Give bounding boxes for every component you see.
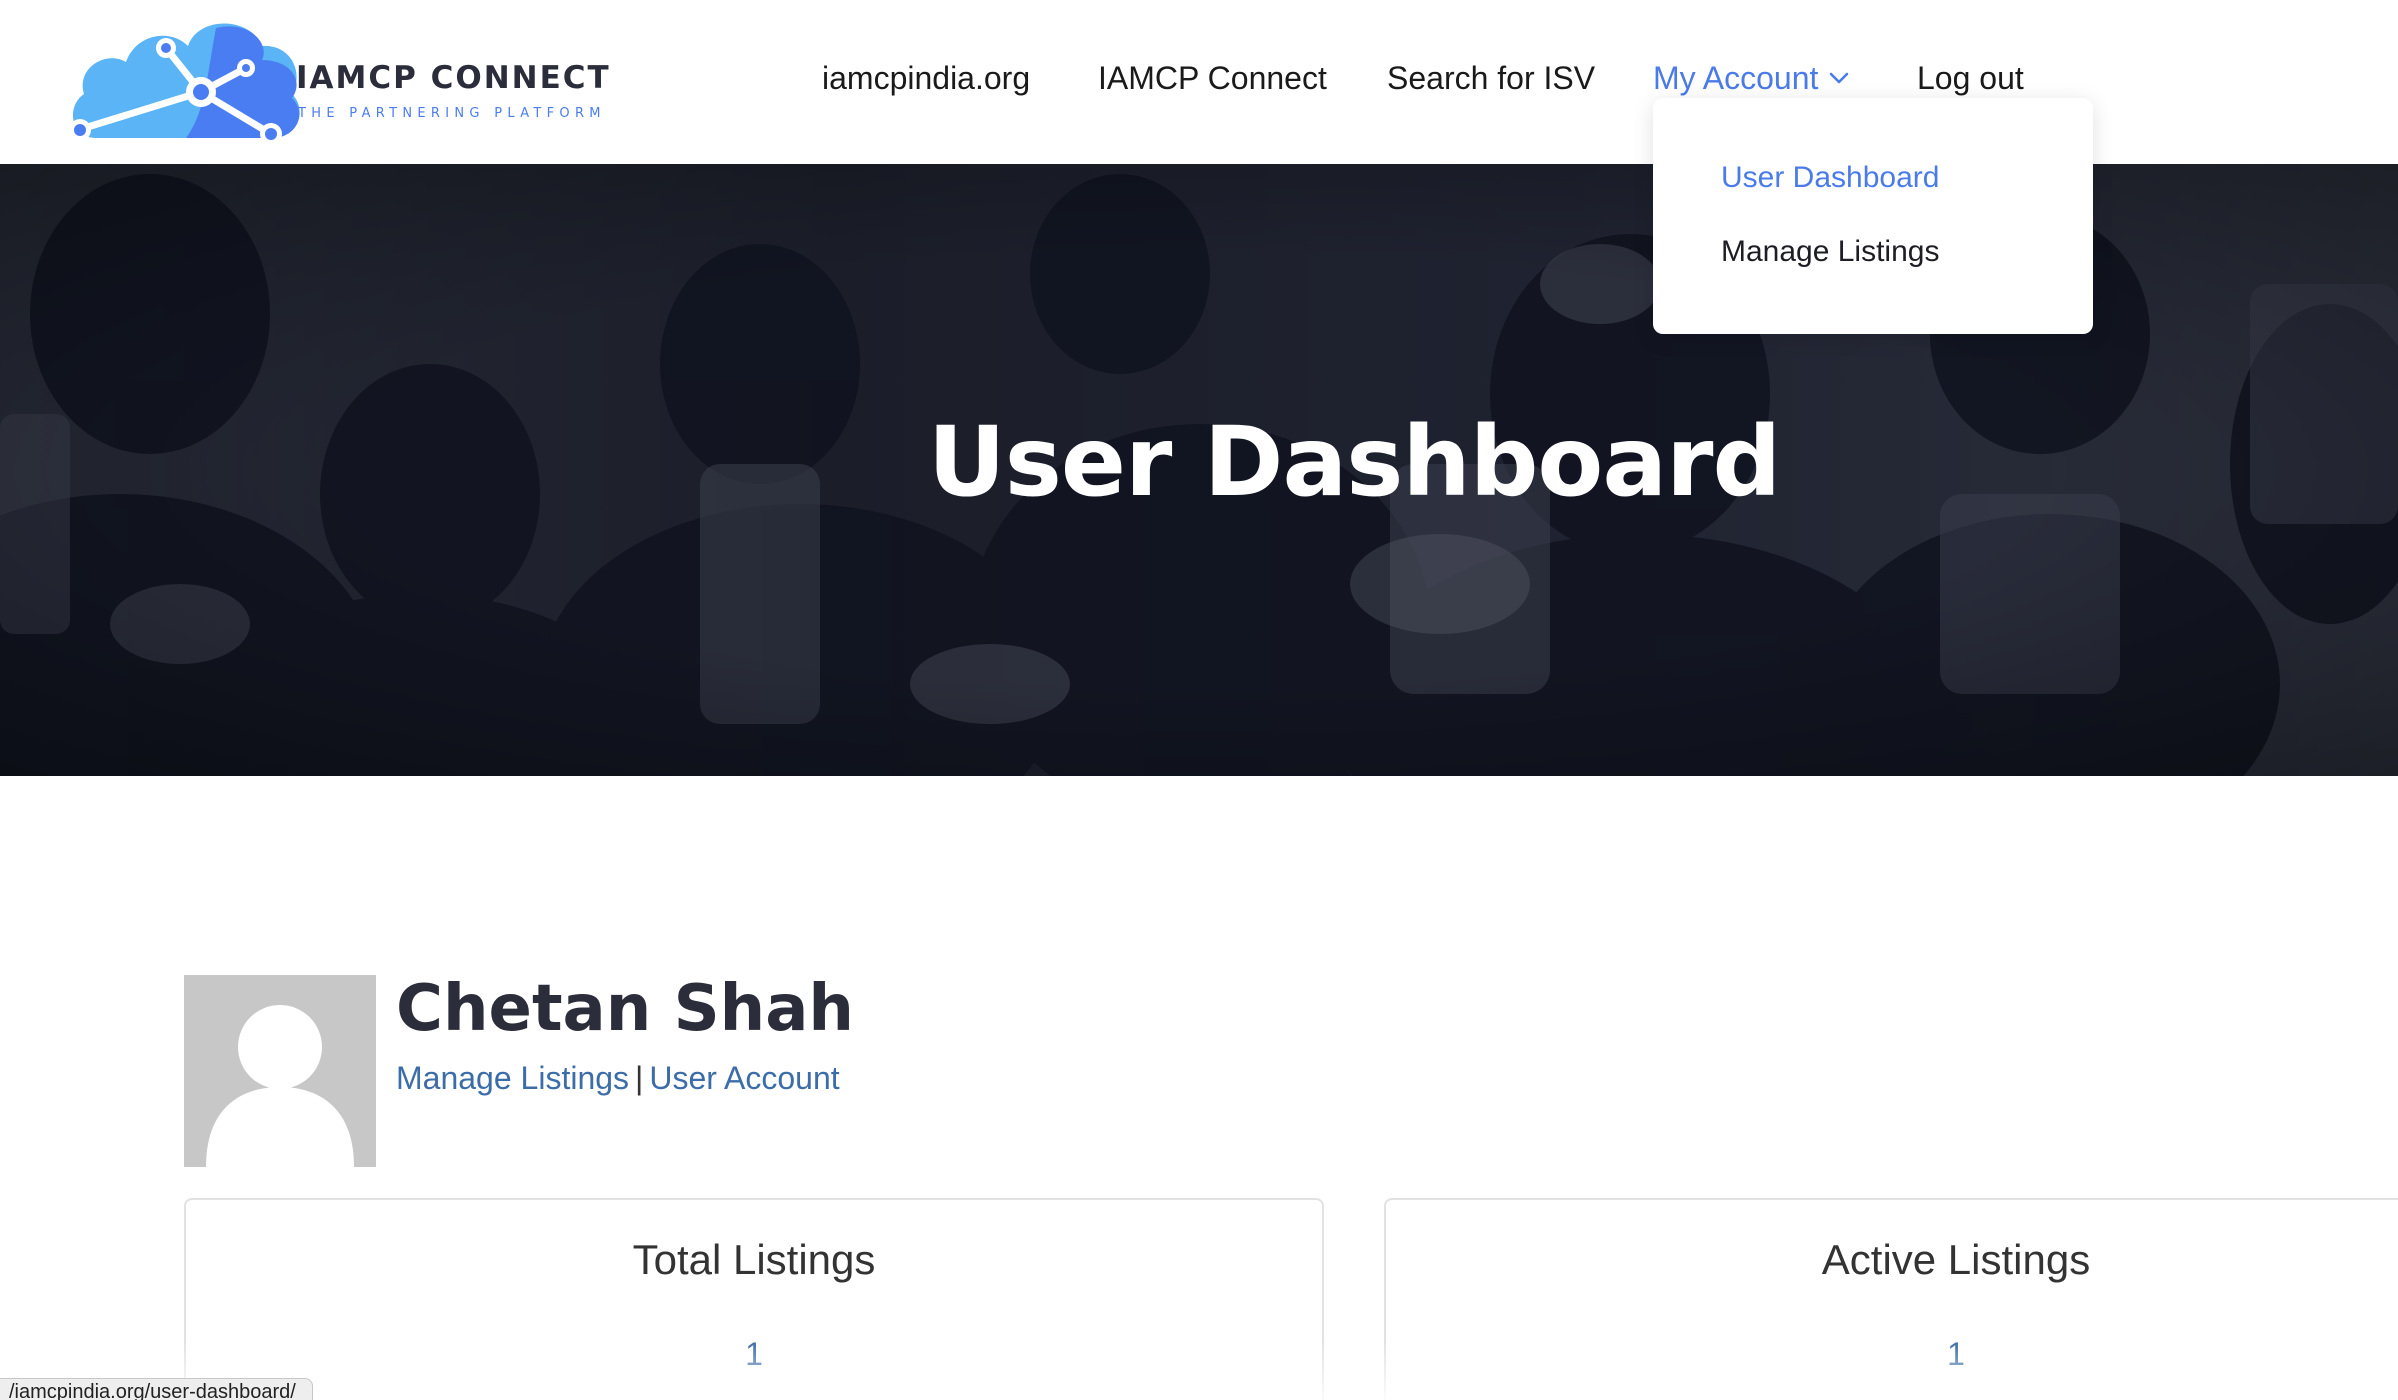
nav-logout[interactable]: Log out xyxy=(1917,56,2024,100)
status-url-bar: /iamcpindia.org/user-dashboard/ xyxy=(0,1378,313,1400)
dropdown-user-dashboard[interactable]: User Dashboard xyxy=(1721,158,1939,198)
bottom-fade xyxy=(0,1340,2398,1400)
my-account-dropdown: User Dashboard Manage Listings xyxy=(1653,98,2093,334)
total-listings-label: Total Listings xyxy=(632,1236,876,1283)
nav-my-account-label: My Account xyxy=(1653,60,1819,96)
nav-search-isv[interactable]: Search for ISV xyxy=(1387,56,1595,100)
manage-listings-link[interactable]: Manage Listings xyxy=(396,1060,629,1096)
nav-iamcpindia[interactable]: iamcpindia.org xyxy=(822,56,1030,100)
avatar xyxy=(184,975,376,1167)
profile-links: Manage Listings | User Account xyxy=(396,1060,840,1097)
user-name: Chetan Shah xyxy=(396,972,854,1046)
link-separator: | xyxy=(635,1060,644,1096)
active-listings-label: Active Listings xyxy=(1821,1236,2091,1283)
page-title: User Dashboard xyxy=(927,406,1781,518)
main-nav: iamcpindia.org IAMCP Connect Search for … xyxy=(0,56,2398,100)
user-account-link[interactable]: User Account xyxy=(649,1060,839,1096)
default-avatar-icon xyxy=(184,975,376,1167)
logo-tagline: THE PARTNERING PLATFORM xyxy=(298,106,606,121)
dropdown-manage-listings[interactable]: Manage Listings xyxy=(1721,232,1939,272)
chevron-down-icon xyxy=(1830,72,1849,83)
nav-my-account[interactable]: My Account xyxy=(1653,56,1852,100)
nav-iamcp-connect[interactable]: IAMCP Connect xyxy=(1098,56,1327,100)
page: IAMCP CONNECT THE PARTNERING PLATFORM ia… xyxy=(0,0,2398,1400)
